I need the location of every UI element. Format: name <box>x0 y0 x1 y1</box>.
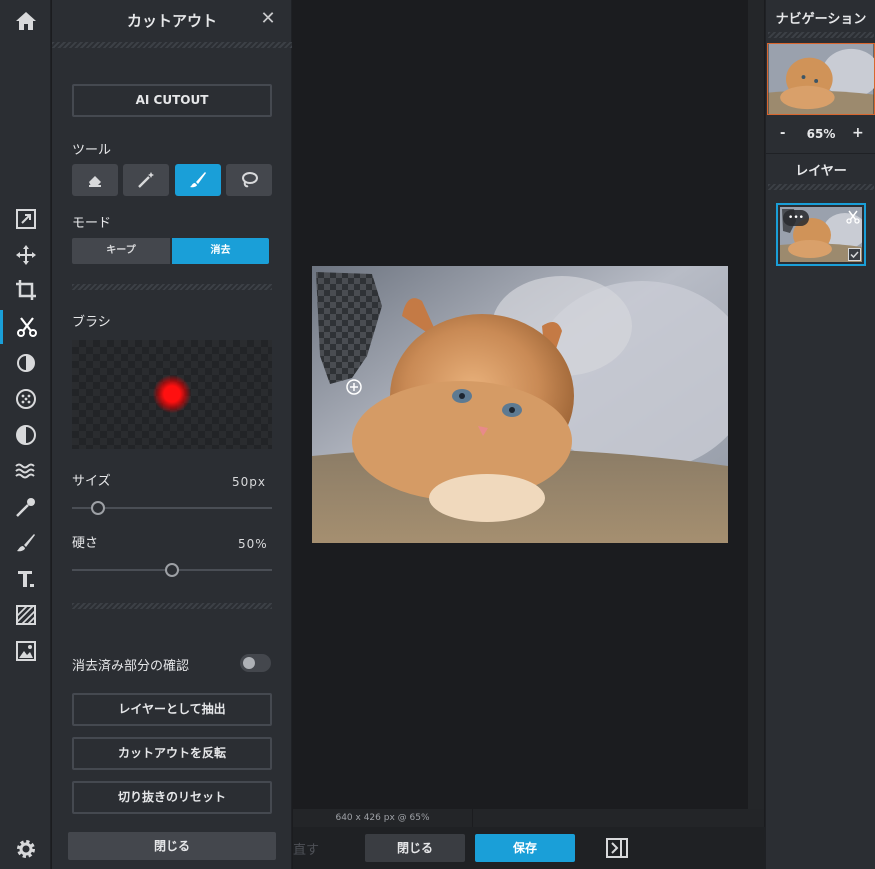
adjust-edit-icon[interactable] <box>0 202 51 236</box>
right-panel: ナビゲーション - 65% + レイヤー ••• <box>765 0 875 869</box>
kitten-photo[interactable] <box>312 266 728 543</box>
divider <box>768 32 874 38</box>
adjustments-icon[interactable] <box>0 346 51 380</box>
crop-icon[interactable] <box>0 273 51 307</box>
divider <box>52 42 292 48</box>
panel-close-button[interactable]: 閉じる <box>68 832 276 860</box>
settings-gear-icon[interactable] <box>0 832 51 866</box>
extract-layer-button[interactable]: レイヤーとして抽出 <box>72 693 272 726</box>
home-icon[interactable] <box>0 4 51 38</box>
layer-cutout-scissors-icon <box>846 210 860 224</box>
close-button[interactable]: 閉じる <box>365 834 465 862</box>
brush-label: ブラシ <box>72 315 111 330</box>
layer-menu-icon[interactable]: ••• <box>783 210 809 226</box>
zoom-out-button[interactable]: - <box>780 126 785 141</box>
size-label: サイズ <box>72 474 111 489</box>
lasso-icon <box>242 172 258 188</box>
brush-preview-dot <box>153 375 191 413</box>
zoom-value: 65% <box>806 127 836 141</box>
magic-wand-icon <box>138 172 154 188</box>
erased-check-label: 消去済み部分の確認 <box>72 659 190 674</box>
layer-visible-checkbox-icon[interactable] <box>848 248 861 261</box>
left-toolbar <box>0 0 51 869</box>
redo-button[interactable]: 直す <box>293 839 319 858</box>
navigation-title: ナビゲーション <box>775 12 867 27</box>
layers-title: レイヤー <box>795 164 847 179</box>
text-icon[interactable] <box>0 562 51 596</box>
toggle-sidebar-icon[interactable] <box>606 838 628 858</box>
reset-cutout-button[interactable]: 切り抜きのリセット <box>72 781 272 814</box>
hardness-value: 50% <box>238 537 268 551</box>
mode-erase-button[interactable]: 消去 <box>172 238 269 264</box>
divider <box>72 284 272 290</box>
navigation-thumbnail[interactable] <box>767 43 875 115</box>
cutout-scissors-icon[interactable] <box>0 310 51 344</box>
magic-wand-tool-button[interactable] <box>123 164 169 196</box>
close-icon[interactable]: ✕ <box>258 8 278 30</box>
brush-icon <box>190 172 206 188</box>
retouch-icon[interactable] <box>0 490 51 524</box>
liquify-waves-icon[interactable] <box>0 454 51 488</box>
panel-title: カットアウト <box>126 12 217 30</box>
filters-icon[interactable] <box>0 382 51 416</box>
move-icon[interactable] <box>0 238 51 272</box>
vertical-scrollbar[interactable] <box>748 0 764 809</box>
size-value: 50px <box>232 475 266 489</box>
mode-label: モード <box>72 216 112 231</box>
eraser-icon <box>89 176 101 187</box>
brush-preview <box>72 340 272 449</box>
save-button[interactable]: 保存 <box>475 834 575 862</box>
divider <box>766 153 875 154</box>
image-size-status: 640 x 426 px @ 65% <box>293 809 473 827</box>
hardness-label: 硬さ <box>72 536 99 551</box>
mode-keep-button[interactable]: キープ <box>72 238 170 264</box>
effects-icon[interactable] <box>0 418 51 452</box>
pattern-icon[interactable] <box>0 598 51 632</box>
brush-icon[interactable] <box>0 526 51 560</box>
tools-label: ツール <box>72 143 112 158</box>
ai-cutout-button[interactable]: AI CUTOUT <box>72 84 272 117</box>
canvas-area[interactable] <box>293 0 748 809</box>
erased-check-toggle[interactable] <box>240 654 271 672</box>
lasso-tool-button[interactable] <box>226 164 272 196</box>
divider <box>768 184 874 190</box>
zoom-in-button[interactable]: + <box>852 125 864 141</box>
status-bar: 640 x 426 px @ 65% <box>293 809 764 827</box>
brush-tool-button[interactable] <box>175 164 221 196</box>
size-slider-knob[interactable] <box>91 501 105 515</box>
divider <box>72 603 272 609</box>
layer-item[interactable]: ••• <box>776 203 866 266</box>
cutout-panel: カットアウト ✕ AI CUTOUT ツール モード キープ 消去 ブラシ サイ… <box>52 0 292 869</box>
invert-cutout-button[interactable]: カットアウトを反転 <box>72 737 272 770</box>
image-icon[interactable] <box>0 634 51 668</box>
eraser-tool-button[interactable] <box>72 164 118 196</box>
hardness-slider-knob[interactable] <box>165 563 179 577</box>
